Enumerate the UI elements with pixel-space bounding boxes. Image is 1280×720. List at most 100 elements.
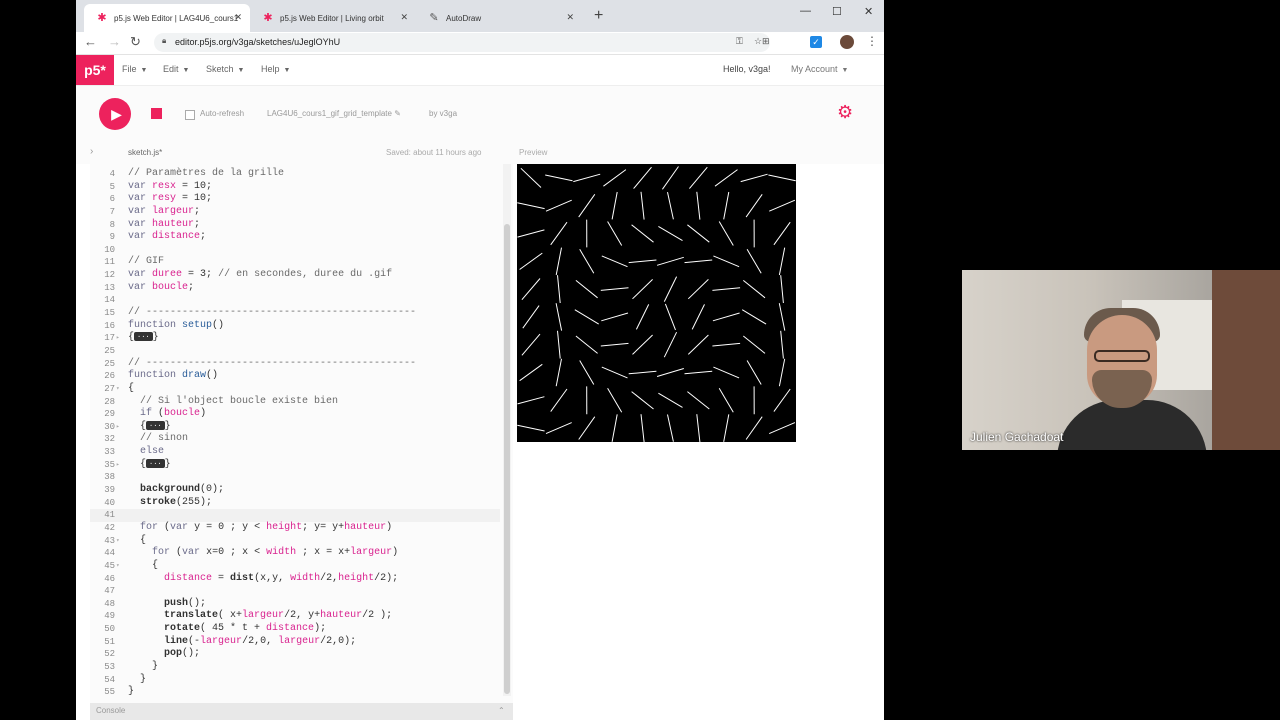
menu-edit[interactable]: Edit ▼ xyxy=(163,64,189,74)
grid-line xyxy=(522,305,540,329)
chevron-down-icon: ▼ xyxy=(283,67,291,74)
code-line: 42 for (var y = 0 ; y < height; y= y+hau… xyxy=(104,521,393,533)
grid-line xyxy=(520,167,542,188)
code-line: 46 distance = dist(x,y, width/2,height/2… xyxy=(104,572,399,584)
reload-icon[interactable]: ↻ xyxy=(130,34,141,50)
new-tab-button[interactable]: + xyxy=(594,7,603,25)
fold-arrow-icon[interactable]: ▾ xyxy=(116,383,124,396)
menu-file[interactable]: File ▼ xyxy=(122,64,147,74)
sketch-preview-canvas[interactable] xyxy=(517,164,796,443)
grid-line xyxy=(575,335,598,354)
grid-line xyxy=(769,199,796,212)
close-tab-icon[interactable]: ✕ xyxy=(400,12,408,23)
code-editor[interactable]: 4// Paramètres de la grille 5 var resx = … xyxy=(90,164,513,704)
tab-p5-living-orbit[interactable]: ✱ p5.js Web Editor | Living orbit ✕ xyxy=(250,4,416,32)
grid-line xyxy=(664,303,676,331)
minimize-icon[interactable]: — xyxy=(800,5,811,17)
grid-line xyxy=(550,221,568,246)
grid-line xyxy=(555,303,563,331)
menu-sketch[interactable]: Sketch ▼ xyxy=(206,64,244,74)
folded-code-marker[interactable]: ... xyxy=(146,420,165,430)
stop-button[interactable] xyxy=(151,108,162,119)
code-line: 45 ▾ { xyxy=(104,559,159,573)
code-line: 35 ▸ {...} xyxy=(104,458,171,472)
grid-line xyxy=(603,169,627,187)
my-account-menu[interactable]: My Account ▼ xyxy=(791,64,848,74)
code-line: 16 function setup() xyxy=(104,319,225,331)
grid-line xyxy=(656,368,684,377)
grid-line xyxy=(661,166,679,190)
close-tab-icon[interactable]: ✕ xyxy=(234,12,242,23)
code-line: 12 var duree = 3; // en secondes, duree d… xyxy=(104,269,393,281)
code-line: 4// Paramètres de la grille xyxy=(109,168,285,179)
extension-icon[interactable]: ✓ xyxy=(810,36,822,48)
fold-arrow-icon[interactable]: ▾ xyxy=(116,560,124,573)
omnibox[interactable]: 🔒︎ editor.p5js.org/v3ga/sketches/uJeglOY… xyxy=(154,33,770,52)
chevron-down-icon: ▼ xyxy=(237,67,245,74)
translate-icon[interactable]: ⊞ xyxy=(762,36,770,47)
console-bar[interactable]: Console ⌃ xyxy=(90,703,513,720)
tab-p5-editor-current[interactable]: ✱ p5.js Web Editor | LAG4U6_cours1 ✕ xyxy=(84,4,250,32)
fold-arrow-icon[interactable]: ▸ xyxy=(116,459,124,472)
grid-line xyxy=(550,388,568,412)
forward-arrow-icon[interactable]: → xyxy=(108,34,121,49)
url-text: editor.p5js.org/v3ga/sketches/uJeglOYhU xyxy=(175,37,341,47)
menu-help[interactable]: Help ▼ xyxy=(261,64,290,74)
grid-line xyxy=(658,392,683,408)
grid-line xyxy=(521,333,541,356)
fold-arrow-icon[interactable]: ▸ xyxy=(116,332,124,345)
bookmark-star-icon[interactable]: ☆ xyxy=(754,36,762,47)
grid-line xyxy=(769,422,796,435)
grid-line xyxy=(579,360,595,385)
browser-menu-icon[interactable]: ⋮ xyxy=(866,34,878,48)
chevron-up-icon[interactable]: ⌃ xyxy=(498,706,505,715)
tab-title: p5.js Web Editor | Living orbit xyxy=(280,13,384,23)
grid-line xyxy=(517,396,545,405)
code-line: 7 var largeur; xyxy=(109,205,201,217)
back-arrow-icon[interactable]: ← xyxy=(84,34,97,49)
grid-line xyxy=(773,388,791,412)
grid-line xyxy=(687,334,709,355)
p5-asterisk-icon: ✱ xyxy=(97,12,107,24)
close-tab-icon[interactable]: ✕ xyxy=(566,12,574,23)
grid-line xyxy=(663,331,678,358)
auto-refresh-checkbox[interactable] xyxy=(185,110,195,120)
close-window-icon[interactable]: ✕ xyxy=(864,5,873,18)
key-icon[interactable]: ⚿ xyxy=(736,36,743,47)
code-line: 32 // sinon xyxy=(104,433,189,445)
grid-line xyxy=(632,334,653,355)
grid-line xyxy=(745,416,763,440)
grid-line xyxy=(579,249,595,274)
tab-title: AutoDraw xyxy=(446,13,482,23)
code-line: 27 ▾{ xyxy=(104,382,135,396)
p5-logo[interactable]: p5* xyxy=(76,55,114,85)
grid-line xyxy=(773,221,791,246)
grid-line xyxy=(635,304,650,330)
fold-arrow-icon[interactable]: ▾ xyxy=(116,535,124,548)
editor-toolbar: ▶ Auto-refresh LAG4U6_cours1_gif_grid_te… xyxy=(76,86,884,142)
pencil-icon: ✎ xyxy=(394,109,401,118)
code-line: 5 var resx = 10; xyxy=(109,180,213,192)
grid-line xyxy=(778,247,786,276)
lock-icon: 🔒︎ xyxy=(162,36,167,45)
grid-line xyxy=(689,166,708,189)
sketch-name[interactable]: LAG4U6_cours1_gif_grid_template ✎ xyxy=(267,109,401,118)
code-scrollbar[interactable] xyxy=(503,164,511,696)
profile-avatar-icon[interactable] xyxy=(840,35,854,49)
code-line: 48 push(); xyxy=(104,597,207,609)
grid-line xyxy=(601,366,628,379)
grid-line xyxy=(628,370,657,375)
console-label: Console xyxy=(96,706,126,715)
tab-autodraw[interactable]: ✎ AutoDraw ✕ xyxy=(416,4,582,32)
settings-gear-icon[interactable]: ⚙ xyxy=(837,102,853,123)
grid-line xyxy=(517,424,545,432)
folded-code-marker[interactable]: ... xyxy=(134,332,153,342)
scrollbar-thumb[interactable] xyxy=(504,224,510,694)
chevron-right-icon[interactable]: › xyxy=(90,146,93,157)
maximize-icon[interactable]: ☐ xyxy=(832,5,842,18)
folded-code-marker[interactable]: ... xyxy=(146,458,165,468)
saved-status: Saved: about 11 hours ago xyxy=(386,148,482,157)
play-button[interactable]: ▶ xyxy=(99,98,131,130)
fold-arrow-icon[interactable]: ▸ xyxy=(116,421,124,434)
code-line: 51 line(-largeur/2,0, largeur/2,0); xyxy=(104,635,357,647)
